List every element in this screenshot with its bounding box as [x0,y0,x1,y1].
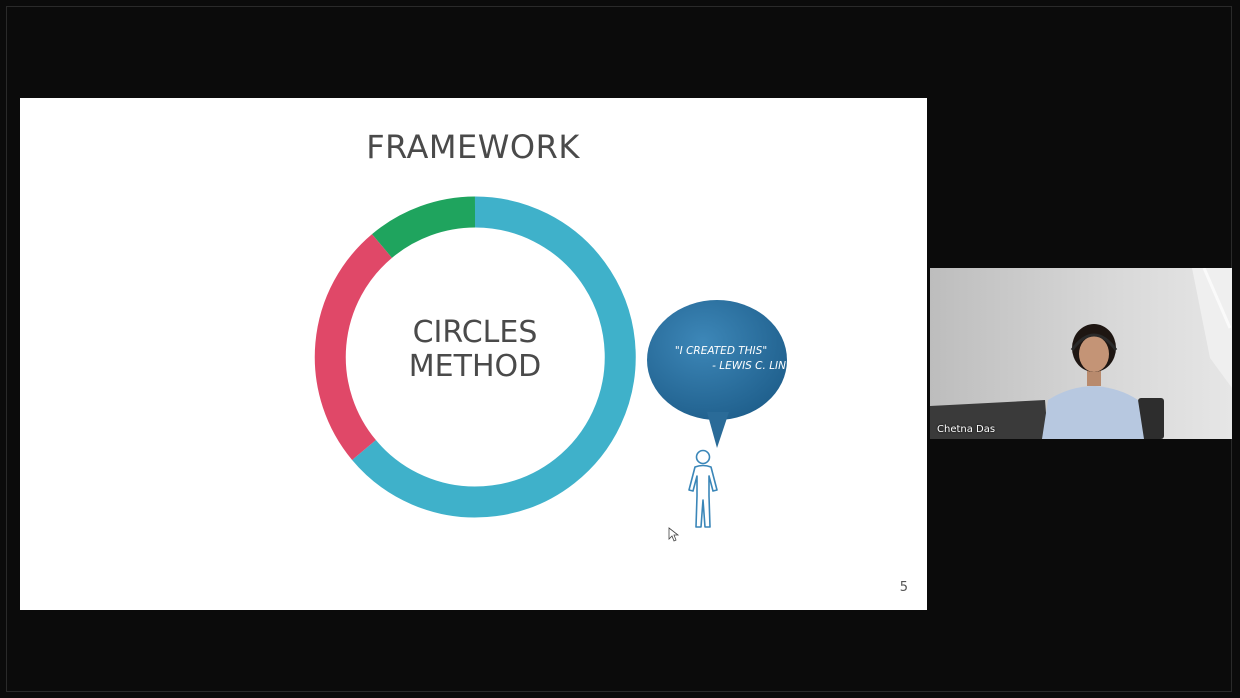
participant-video-tile[interactable]: Chetna Das [930,268,1232,439]
ring-segment-green [372,196,476,259]
quote-author: - LEWIS C. LIN [712,360,786,372]
meeting-window: FRAMEWORK CIRCLES METHOD "I CREATED THIS… [0,0,1240,698]
ring-center-line2: METHOD [408,349,542,384]
slide-title: FRAMEWORK [366,128,580,166]
ring-center-line1: CIRCLES [412,315,538,350]
ring-center-label: CIRCLES METHOD [375,316,575,384]
quote-line1: "I CREATED THIS" [674,345,768,357]
mouse-cursor-icon [668,527,680,542]
participant-name-label: Chetna Das [937,424,996,435]
speech-bubble [647,300,787,448]
participant-video-feed [930,268,1232,439]
quote-text: "I CREATED THIS" - LEWIS C. LIN [650,345,792,372]
slide-page-number: 5 [899,580,908,595]
person-outline-icon [688,449,718,528]
